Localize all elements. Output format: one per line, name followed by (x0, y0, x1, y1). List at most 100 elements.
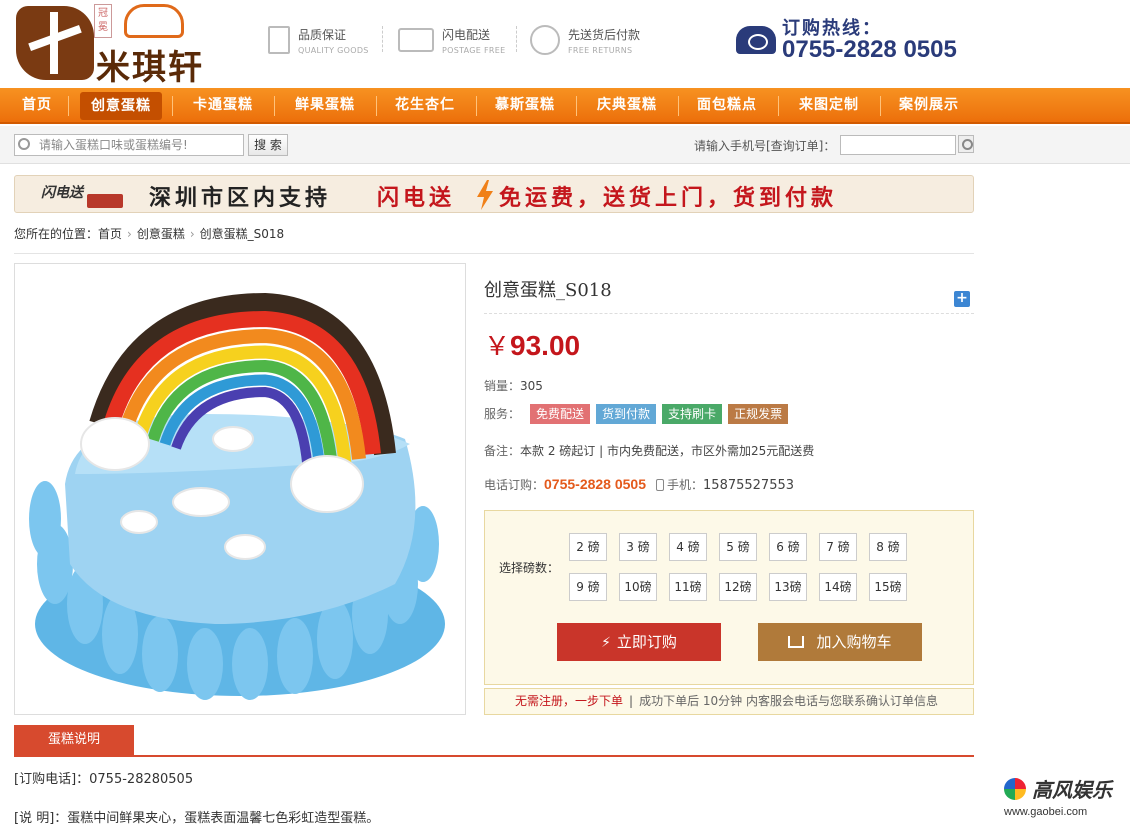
sales-label: 销量： (484, 379, 521, 393)
page: 冠冕 米琪轩 品质保证 QUALITY GOODS 闪电配送 POSTAGE F… (0, 0, 1130, 837)
services-row: 服务： 免费配送 货到付款 支持刷卡 正规发票 (484, 404, 794, 424)
nav-divider (476, 96, 477, 116)
buy-now-label: 立即订购 (616, 633, 677, 651)
divider (484, 313, 974, 314)
nav-divider (274, 96, 275, 116)
size-option[interactable]: 4 磅 (669, 533, 707, 561)
chevron-right-icon: › (189, 227, 195, 241)
sales-row: 销量：305 (484, 377, 543, 394)
breadcrumb-current: 创意蛋糕_S018 (199, 227, 285, 241)
search-input[interactable]: 请输入蛋糕口味或蛋糕编号! (14, 134, 244, 156)
mobile-icon (656, 479, 665, 491)
order-notice: 无需注册，一步下单 | 成功下单后 10分钟 内客服会电话与您联系确认订单信息 (484, 688, 974, 715)
tab-cake-description[interactable]: 蛋糕说明 (14, 725, 134, 755)
size-option[interactable]: 7 磅 (819, 533, 857, 561)
banner-text-1: 深圳市区内支持 (149, 186, 332, 211)
search-bar: 请输入蛋糕口味或蛋糕编号! 搜 索 请输入手机号[查询订单]： (0, 126, 1130, 164)
watermark-logo-icon (1004, 778, 1026, 800)
watermark: 高风娱乐 www.gaobei.com (1000, 774, 1120, 822)
mobile-number: 15875527553 (703, 478, 795, 493)
size-option[interactable]: 15磅 (869, 573, 907, 601)
note-text: 本款 2 磅起订 | 市内免费配送，市区外需加25元配送费 (520, 444, 815, 458)
plus-icon[interactable]: + (954, 291, 970, 307)
breadcrumb-home[interactable]: 首页 (98, 227, 122, 241)
service-sub: QUALITY GOODS (298, 45, 369, 55)
nav-item-celebration-cake[interactable]: 庆典蛋糕 (586, 88, 668, 122)
size-option[interactable]: 12磅 (719, 573, 757, 601)
note-row: 备注：本款 2 磅起订 | 市内免费配送，市区外需加25元配送费 (484, 442, 814, 459)
delivery-banner[interactable]: 闪电送 深圳市区内支持 闪电送 免运费，送货上门，货到付款 (14, 175, 974, 213)
add-to-cart-label: 加入购物车 (816, 633, 892, 651)
main-nav: 首页 创意蛋糕 卡通蛋糕 鲜果蛋糕 花生杏仁 慕斯蛋糕 庆典蛋糕 面包糕点 来图… (0, 88, 1130, 124)
service-quality: 品质保证 QUALITY GOODS (268, 22, 369, 58)
mobile-label: 手机： (667, 478, 704, 492)
breadcrumb: 您所在的位置：首页 › 创意蛋糕 › 创意蛋糕_S018 (14, 225, 284, 242)
tag-cash-on-delivery: 货到付款 (596, 404, 657, 424)
price-value: 93.00 (510, 330, 581, 361)
nav-divider (678, 96, 679, 116)
divider (14, 253, 974, 254)
nav-divider (576, 96, 577, 116)
divider (516, 26, 517, 52)
lightning-icon (477, 180, 493, 210)
breadcrumb-prefix: 您所在的位置： (14, 227, 99, 241)
nav-item-creative-cake[interactable]: 创意蛋糕 (80, 92, 162, 120)
nav-item-cases[interactable]: 案例展示 (888, 88, 970, 122)
chevron-right-icon: › (127, 227, 132, 241)
logo-seal: 冠冕 (94, 4, 112, 38)
sales-value: 305 (520, 379, 543, 393)
size-label: 选择磅数： (499, 561, 560, 575)
size-option[interactable]: 9 磅 (569, 573, 607, 601)
nav-item-home[interactable]: 首页 (14, 88, 60, 122)
buy-now-button[interactable]: ⚡ 立即订购 (557, 623, 721, 661)
search-icon (18, 138, 30, 150)
lightning-icon: ⚡ (601, 635, 611, 651)
size-option[interactable]: 2 磅 (569, 533, 607, 561)
size-option[interactable]: 11磅 (669, 573, 707, 601)
search-button[interactable]: 搜 索 (248, 134, 288, 156)
nav-item-peanut-almond[interactable]: 花生杏仁 (384, 88, 466, 122)
rainbow-cake-image (29, 292, 445, 700)
watermark-url: www.gaobei.com (1004, 806, 1088, 818)
nav-divider (172, 96, 173, 116)
express-logo-text: 闪电送 (41, 186, 83, 201)
nav-item-mousse-cake[interactable]: 慕斯蛋糕 (484, 88, 566, 122)
nav-item-bread[interactable]: 面包糕点 (686, 88, 768, 122)
site-logo[interactable]: 冠冕 米琪轩 (16, 4, 226, 88)
delivery-truck-icon (87, 194, 123, 208)
size-option[interactable]: 5 磅 (719, 533, 757, 561)
service-delivery: 闪电配送 POSTAGE FREE (398, 22, 505, 58)
currency-symbol: ￥ (484, 332, 511, 362)
nav-item-cartoon-cake[interactable]: 卡通蛋糕 (182, 88, 264, 122)
service-title: 品质保证 (298, 27, 347, 42)
banner-text-3: 免运费，送货上门，货到付款 (499, 186, 838, 211)
tag-free-delivery: 免费配送 (530, 404, 591, 424)
phone-label: 电话订购： (484, 478, 545, 492)
nav-divider (880, 96, 881, 116)
notice-divider: | (629, 694, 634, 708)
detail-phone: [订购电话]：0755-28280505 (14, 772, 194, 787)
product-image[interactable] (14, 263, 466, 715)
size-option[interactable]: 14磅 (819, 573, 857, 601)
order-query-search-icon[interactable] (958, 135, 974, 153)
size-option[interactable]: 6 磅 (769, 533, 807, 561)
service-payment: 先送货后付款 FREE RETURNS (530, 22, 640, 58)
nav-item-fruit-cake[interactable]: 鲜果蛋糕 (284, 88, 366, 122)
notice-text: 成功下单后 10分钟 内客服会电话与您联系确认订单信息 (639, 694, 938, 708)
truck-icon (398, 28, 434, 52)
banner-text-2: 闪电送 (377, 186, 456, 211)
size-option[interactable]: 8 磅 (869, 533, 907, 561)
breadcrumb-category[interactable]: 创意蛋糕 (137, 227, 185, 241)
tab-underline (14, 755, 974, 757)
size-option[interactable]: 13磅 (769, 573, 807, 601)
order-query-input[interactable] (840, 135, 956, 155)
size-option[interactable]: 3 磅 (619, 533, 657, 561)
nav-item-custom[interactable]: 来图定制 (788, 88, 870, 122)
product-price: ￥93.00 (484, 326, 580, 363)
size-option[interactable]: 10磅 (619, 573, 657, 601)
divider (382, 26, 383, 52)
service-label: 服务： (484, 407, 521, 421)
note-label: 备注： (484, 444, 521, 458)
add-to-cart-button[interactable]: 加入购物车 (758, 623, 922, 661)
notice-highlight: 无需注册，一步下单 (515, 694, 624, 708)
